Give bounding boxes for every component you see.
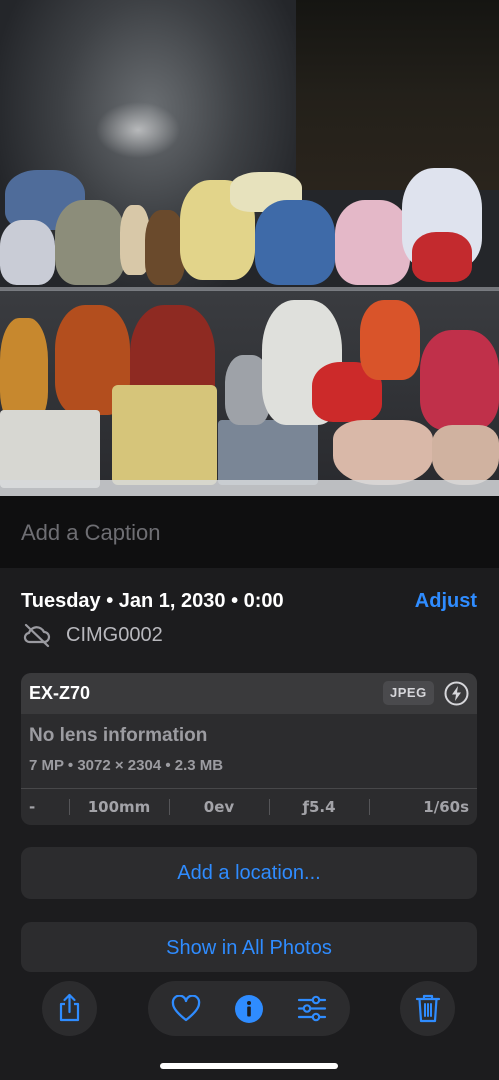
image-specs: 7 MP • 3072 × 2304 • 2.3 MB: [29, 757, 224, 774]
exif-aperture: ƒ5.4: [269, 789, 369, 825]
share-icon: [59, 993, 80, 1022]
photo-toy: [335, 200, 410, 285]
delete-button[interactable]: [400, 981, 455, 1036]
exif-shutter-speed: 1/60s: [369, 789, 477, 825]
trash-icon: [415, 994, 441, 1023]
photo-date: Tuesday • Jan 1, 2030 • 0:00: [21, 590, 284, 612]
flash-icon: [444, 681, 469, 706]
format-badge: JPEG: [383, 681, 434, 705]
photo-toy: [0, 318, 48, 423]
photo-toy: [0, 410, 100, 488]
exif-focal-length: 100mm: [69, 789, 169, 825]
cloud-slash-icon: [23, 623, 51, 648]
photo-actions-group: [148, 981, 350, 1036]
photo-toy: [432, 425, 499, 485]
camera-info-header: EX-Z70 JPEG: [21, 673, 477, 714]
share-button[interactable]: [42, 981, 97, 1036]
photo-toy: [218, 420, 318, 485]
photo-toy: [420, 330, 499, 430]
home-indicator[interactable]: [160, 1063, 338, 1069]
exif-row: - 100mm 0ev ƒ5.4 1/60s: [21, 789, 477, 825]
photo-toy: [55, 200, 125, 285]
adjust-date-button[interactable]: Adjust: [415, 590, 477, 613]
photo-toy: [145, 210, 185, 285]
exif-exposure-bias: 0ev: [169, 789, 269, 825]
photo-toy: [0, 220, 55, 285]
photo-shelf-base: [0, 480, 499, 496]
photo-viewer[interactable]: [0, 0, 499, 496]
photo-toy: [255, 200, 335, 285]
photo-toy: [112, 385, 217, 485]
sliders-icon[interactable]: [297, 995, 327, 1022]
photo-window-region: [296, 0, 499, 190]
show-in-all-photos-button[interactable]: Show in All Photos: [21, 922, 477, 972]
camera-info-card: EX-Z70 JPEG No lens information 7 MP • 3…: [21, 673, 477, 825]
lens-info: No lens information: [29, 725, 208, 746]
photo-toy: [333, 420, 433, 485]
caption-field[interactable]: Add a Caption: [21, 520, 160, 546]
photo-filename: CIMG0002: [66, 624, 163, 646]
photo-toy: [360, 300, 420, 380]
exif-iso: -: [29, 798, 36, 816]
add-location-button[interactable]: Add a location...: [21, 847, 477, 899]
photo-toy: [412, 232, 472, 282]
heart-icon[interactable]: [171, 995, 201, 1022]
photo-shelf-edge: [0, 287, 499, 291]
info-icon[interactable]: [234, 994, 264, 1024]
camera-model: EX-Z70: [29, 683, 91, 703]
